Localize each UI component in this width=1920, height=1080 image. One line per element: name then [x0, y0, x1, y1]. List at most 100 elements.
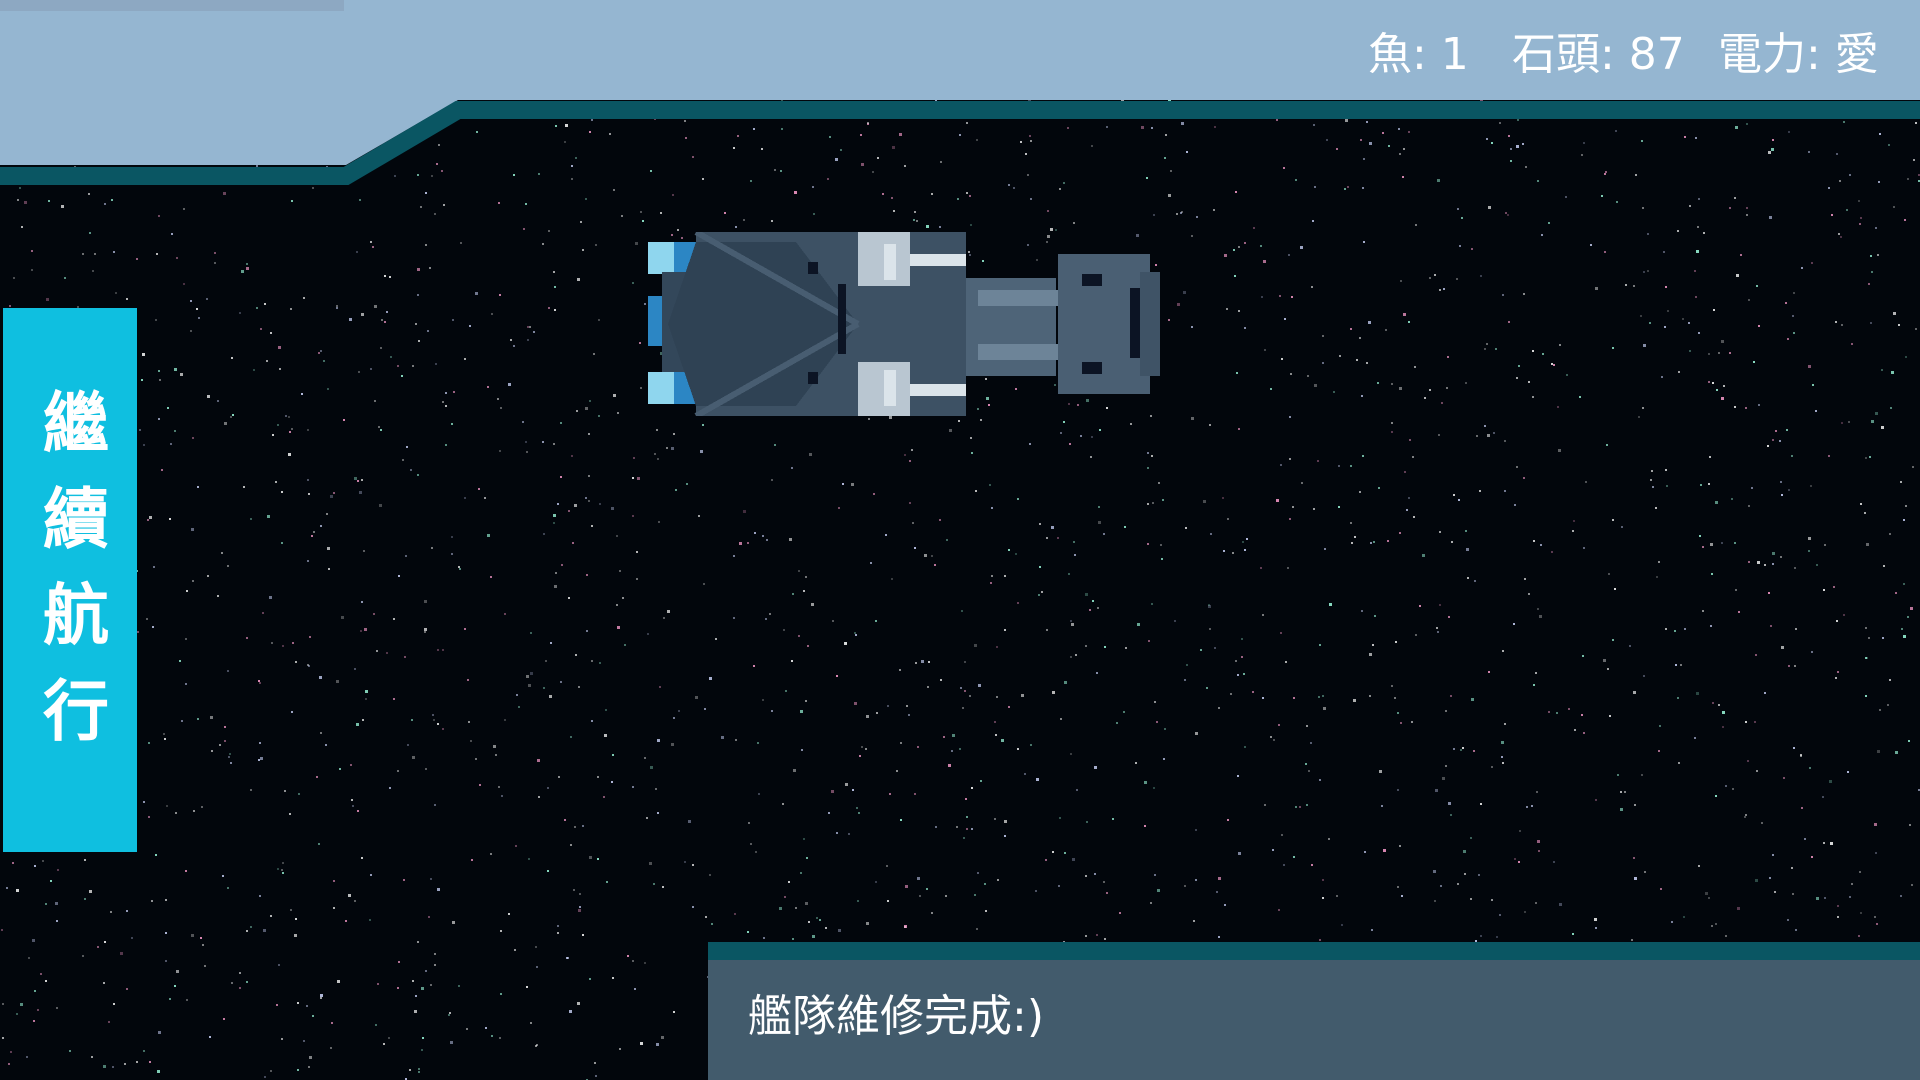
star	[1457, 883, 1459, 885]
star	[56, 1007, 58, 1009]
star	[1424, 397, 1426, 399]
star	[331, 1022, 333, 1024]
star	[1858, 935, 1860, 937]
star	[1185, 527, 1187, 529]
star	[1643, 344, 1646, 347]
star	[1450, 695, 1452, 697]
star	[1168, 319, 1170, 321]
star	[370, 874, 372, 876]
star	[224, 726, 226, 728]
star	[1363, 241, 1365, 243]
star	[542, 243, 544, 245]
star	[374, 400, 376, 402]
star	[445, 392, 447, 394]
star	[889, 416, 892, 419]
star	[1366, 362, 1368, 364]
star	[1001, 739, 1004, 742]
star	[417, 294, 419, 296]
star	[1474, 580, 1476, 582]
star	[1399, 845, 1401, 847]
star	[126, 910, 128, 912]
star	[1052, 851, 1054, 853]
star	[949, 429, 952, 432]
star	[990, 582, 992, 584]
star	[1574, 729, 1576, 731]
star	[403, 879, 405, 881]
star	[1905, 356, 1907, 358]
star	[914, 211, 916, 213]
star	[1608, 573, 1610, 575]
star	[330, 1047, 332, 1049]
star	[1361, 395, 1363, 397]
star	[1548, 222, 1550, 224]
star	[1147, 503, 1149, 505]
star	[1076, 789, 1078, 791]
star	[1244, 549, 1246, 551]
star	[1715, 501, 1718, 504]
star	[1463, 850, 1466, 853]
star	[603, 796, 605, 798]
star	[529, 326, 531, 328]
star	[498, 786, 500, 788]
star	[1124, 526, 1126, 528]
star	[991, 507, 993, 509]
star	[1768, 592, 1770, 594]
star	[996, 696, 998, 698]
continue-voyage-button[interactable]: 繼續航行	[3, 308, 137, 852]
star	[1751, 487, 1753, 489]
star	[9, 305, 11, 307]
star	[1184, 885, 1186, 887]
star	[1772, 854, 1774, 856]
star	[1833, 586, 1835, 588]
star	[361, 601, 363, 603]
star	[1350, 328, 1352, 330]
star	[1209, 628, 1211, 630]
star	[1036, 778, 1039, 781]
star	[1495, 348, 1497, 350]
star	[1191, 326, 1193, 328]
star	[1451, 541, 1453, 543]
star	[1209, 424, 1211, 426]
star	[1631, 939, 1633, 941]
star	[1634, 877, 1637, 880]
star	[762, 699, 764, 701]
star	[185, 870, 187, 872]
star	[1531, 805, 1533, 807]
star	[48, 200, 50, 202]
star	[1151, 603, 1153, 605]
star	[1004, 835, 1006, 837]
star	[887, 705, 889, 707]
star	[1361, 610, 1363, 612]
star	[1227, 819, 1229, 821]
star	[1696, 692, 1699, 695]
star	[1875, 412, 1878, 415]
star	[1356, 359, 1358, 361]
star	[976, 928, 978, 930]
star	[1057, 537, 1059, 539]
star	[526, 451, 528, 453]
star	[1671, 921, 1673, 923]
star	[431, 547, 433, 549]
spaceship-icon[interactable]	[648, 232, 1160, 416]
star	[147, 519, 149, 521]
star	[906, 705, 908, 707]
star	[1193, 920, 1195, 922]
star	[1184, 679, 1186, 681]
star	[13, 277, 15, 279]
star	[230, 762, 232, 764]
star	[594, 1062, 596, 1064]
star	[653, 883, 655, 885]
star	[250, 789, 252, 791]
star	[1559, 344, 1561, 346]
star	[1015, 553, 1017, 555]
star	[721, 736, 724, 739]
star	[1484, 348, 1486, 350]
star	[1291, 296, 1293, 298]
star	[1655, 507, 1657, 509]
star	[1374, 615, 1376, 617]
star	[1457, 208, 1459, 210]
star	[428, 916, 430, 918]
star	[1595, 927, 1597, 929]
star	[434, 804, 436, 806]
star	[598, 319, 600, 321]
